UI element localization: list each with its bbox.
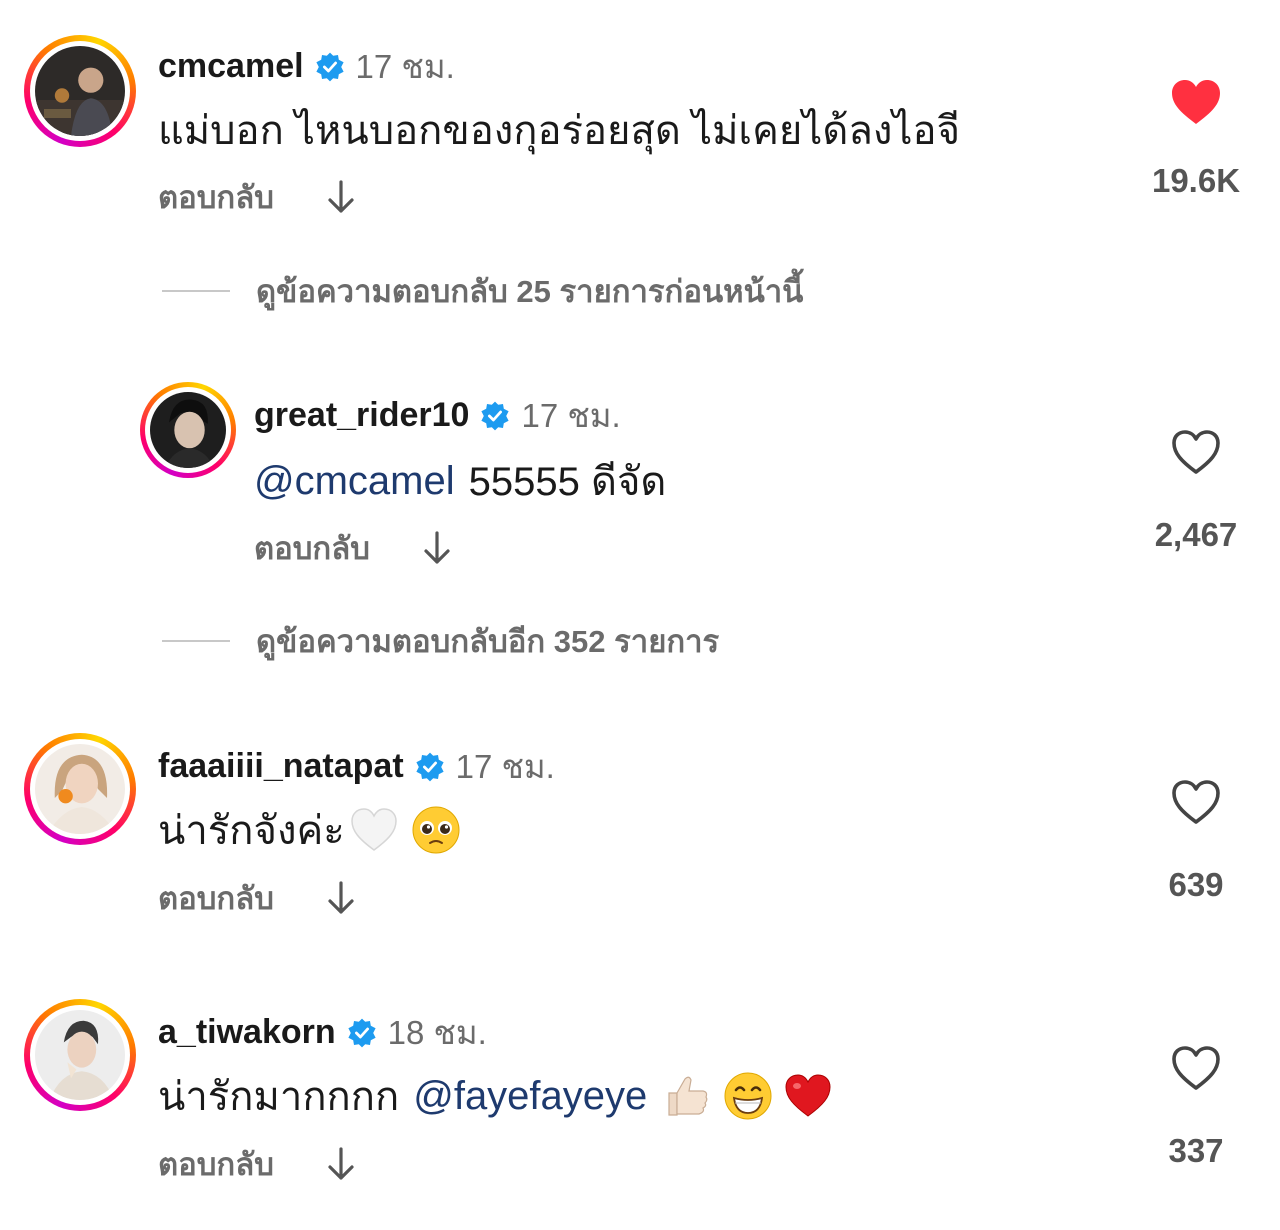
comment-text: แม่บอก ไหนบอกของกุอร่อยสุด ไม่เคยได้ลงไอ…: [158, 109, 961, 153]
reply-button[interactable]: ตอบกลับ: [158, 1139, 274, 1189]
timestamp: 17 ชม.: [521, 397, 621, 434]
comment-text: น่ารักมากกกก: [158, 1075, 400, 1119]
timestamp: 18 ชม.: [387, 1014, 487, 1051]
view-more-replies-label: ดูข้อความตอบกลับอีก 352 รายการ: [256, 624, 720, 659]
avatar[interactable]: [24, 733, 136, 845]
timestamp: 17 ชม.: [455, 748, 555, 785]
profile-photo-icon: [35, 744, 125, 834]
divider: [162, 290, 230, 292]
profile-photo-icon: [150, 392, 226, 468]
grinning-face-icon: [723, 1071, 773, 1121]
reply-button[interactable]: ตอบกลับ: [158, 172, 274, 222]
like-count: 2,467: [1154, 516, 1238, 553]
username[interactable]: cmcamel: [158, 47, 304, 86]
arrow-down-icon[interactable]: [326, 880, 356, 916]
white-heart-icon: [349, 805, 399, 855]
username[interactable]: great_rider10: [254, 396, 469, 435]
verified-badge-icon: [314, 51, 346, 83]
comment-text: น่ารักจังค่ะ: [158, 809, 345, 853]
avatar[interactable]: [140, 382, 236, 478]
mention-link[interactable]: @cmcamel: [254, 459, 455, 504]
profile-photo-icon: [35, 46, 125, 136]
pleading-face-icon: [411, 805, 461, 855]
arrow-down-icon[interactable]: [326, 179, 356, 215]
comments-thread: cmcamel 17 ชม. แม่บอก ไหนบอกของกุอร่อยสุ…: [0, 0, 1280, 1230]
thumbs-up-icon: [661, 1071, 711, 1121]
like-heart-outline-icon[interactable]: [1170, 1044, 1222, 1092]
like-heart-outline-icon[interactable]: [1170, 428, 1222, 476]
red-heart-icon: [783, 1071, 833, 1121]
view-previous-replies-label: ดูข้อความตอบกลับ 25 รายการก่อนหน้านี้: [256, 274, 804, 309]
like-heart-outline-icon[interactable]: [1170, 778, 1222, 826]
arrow-down-icon[interactable]: [326, 1146, 356, 1182]
profile-photo-icon: [35, 1010, 125, 1100]
reply-button[interactable]: ตอบกลับ: [254, 523, 370, 573]
verified-badge-icon: [346, 1017, 378, 1049]
mention-link[interactable]: @fayefayeye: [413, 1074, 647, 1119]
username[interactable]: a_tiwakorn: [158, 1013, 336, 1052]
timestamp: 17 ชม.: [355, 48, 455, 85]
verified-badge-icon: [479, 400, 511, 432]
verified-badge-icon: [414, 751, 446, 783]
divider: [162, 640, 230, 642]
username[interactable]: faaaiiii_natapat: [158, 747, 404, 786]
like-heart-filled-icon[interactable]: [1170, 78, 1222, 126]
arrow-down-icon[interactable]: [422, 530, 452, 566]
view-more-replies-button[interactable]: ดูข้อความตอบกลับอีก 352 รายการ: [162, 616, 719, 666]
view-previous-replies-button[interactable]: ดูข้อความตอบกลับ 25 รายการก่อนหน้านี้: [162, 266, 803, 316]
reply-button[interactable]: ตอบกลับ: [158, 873, 274, 923]
like-count: 337: [1168, 1132, 1224, 1169]
like-count: 19.6K: [1151, 162, 1241, 199]
avatar[interactable]: [24, 999, 136, 1111]
avatar[interactable]: [24, 35, 136, 147]
comment-text: 55555 ดีจัด: [468, 460, 667, 504]
like-count: 639: [1168, 866, 1224, 903]
